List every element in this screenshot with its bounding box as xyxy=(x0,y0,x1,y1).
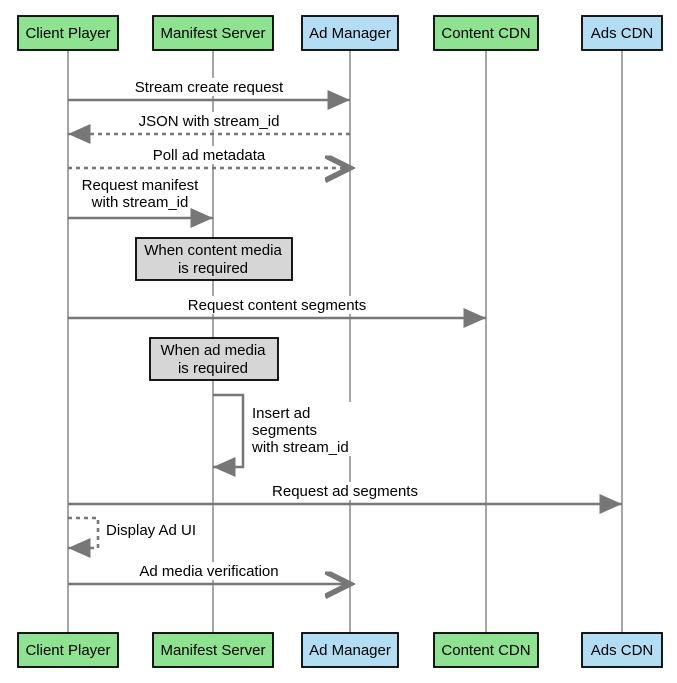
msg-request-manifest-label-2: with stream_id xyxy=(91,194,189,211)
msg-request-content-segments-label: Request content segments xyxy=(188,297,366,314)
note-content-media-required-line2: is required xyxy=(178,260,248,277)
msg-poll-ad-metadata-label: Poll ad metadata xyxy=(153,147,266,164)
msg-insert-ad-segments: Insert ad segments with stream_id xyxy=(213,395,366,467)
msg-insert-ad-segments-line1: Insert ad xyxy=(252,405,310,422)
msg-ad-media-verification: Ad media verification xyxy=(68,562,350,584)
note-ad-media-required-line2: is required xyxy=(178,360,248,377)
note-content-media-required: When content media is required xyxy=(136,238,292,280)
actor-admgr-top: Ad Manager xyxy=(302,16,398,50)
actor-acdn-label: Ads CDN xyxy=(591,25,654,42)
actor-manifest-top: Manifest Server xyxy=(153,16,273,50)
note-content-media-required-line1: When content media xyxy=(144,242,282,259)
msg-poll-ad-metadata: Poll ad metadata xyxy=(68,146,350,168)
actor-client-bottom: Client Player xyxy=(18,633,118,667)
actor-acdn-label-bottom: Ads CDN xyxy=(591,642,654,659)
actor-manifest-bottom: Manifest Server xyxy=(153,633,273,667)
msg-request-content-segments: Request content segments xyxy=(68,296,486,318)
actor-ccdn-top: Content CDN xyxy=(434,16,538,50)
msg-request-ad-segments: Request ad segments xyxy=(68,482,622,504)
actor-ccdn-label-bottom: Content CDN xyxy=(441,642,530,659)
actor-manifest-label: Manifest Server xyxy=(160,25,265,42)
msg-request-manifest-label-1: Request manifest xyxy=(82,177,200,194)
actor-admgr-bottom: Ad Manager xyxy=(302,633,398,667)
msg-insert-ad-segments-line2: segments xyxy=(252,422,317,439)
actor-acdn-top: Ads CDN xyxy=(582,16,662,50)
note-ad-media-required: When ad media is required xyxy=(150,338,278,380)
msg-request-manifest: Request manifest with stream_id xyxy=(68,176,213,218)
msg-insert-ad-segments-line3: with stream_id xyxy=(251,439,349,456)
actor-admgr-label: Ad Manager xyxy=(309,25,391,42)
actor-ccdn-label: Content CDN xyxy=(441,25,530,42)
msg-stream-create-request: Stream create request xyxy=(68,78,350,100)
note-ad-media-required-line1: When ad media xyxy=(160,342,266,359)
msg-stream-create-request-label: Stream create request xyxy=(135,79,284,96)
actor-client-label: Client Player xyxy=(25,25,110,42)
actor-admgr-label-bottom: Ad Manager xyxy=(309,642,391,659)
msg-json-with-stream-id: JSON with stream_id xyxy=(68,112,350,134)
sequence-diagram: Client Player Manifest Server Ad Manager… xyxy=(0,0,677,683)
msg-json-with-stream-id-label: JSON with stream_id xyxy=(139,113,280,130)
actor-client-top: Client Player xyxy=(18,16,118,50)
msg-ad-media-verification-label: Ad media verification xyxy=(139,563,278,580)
msg-request-ad-segments-label: Request ad segments xyxy=(272,483,418,500)
actor-acdn-bottom: Ads CDN xyxy=(582,633,662,667)
msg-display-ad-ui-label: Display Ad UI xyxy=(106,522,196,539)
msg-display-ad-ui: Display Ad UI xyxy=(68,518,210,548)
actor-ccdn-bottom: Content CDN xyxy=(434,633,538,667)
actor-client-label-bottom: Client Player xyxy=(25,642,110,659)
actor-manifest-label-bottom: Manifest Server xyxy=(160,642,265,659)
